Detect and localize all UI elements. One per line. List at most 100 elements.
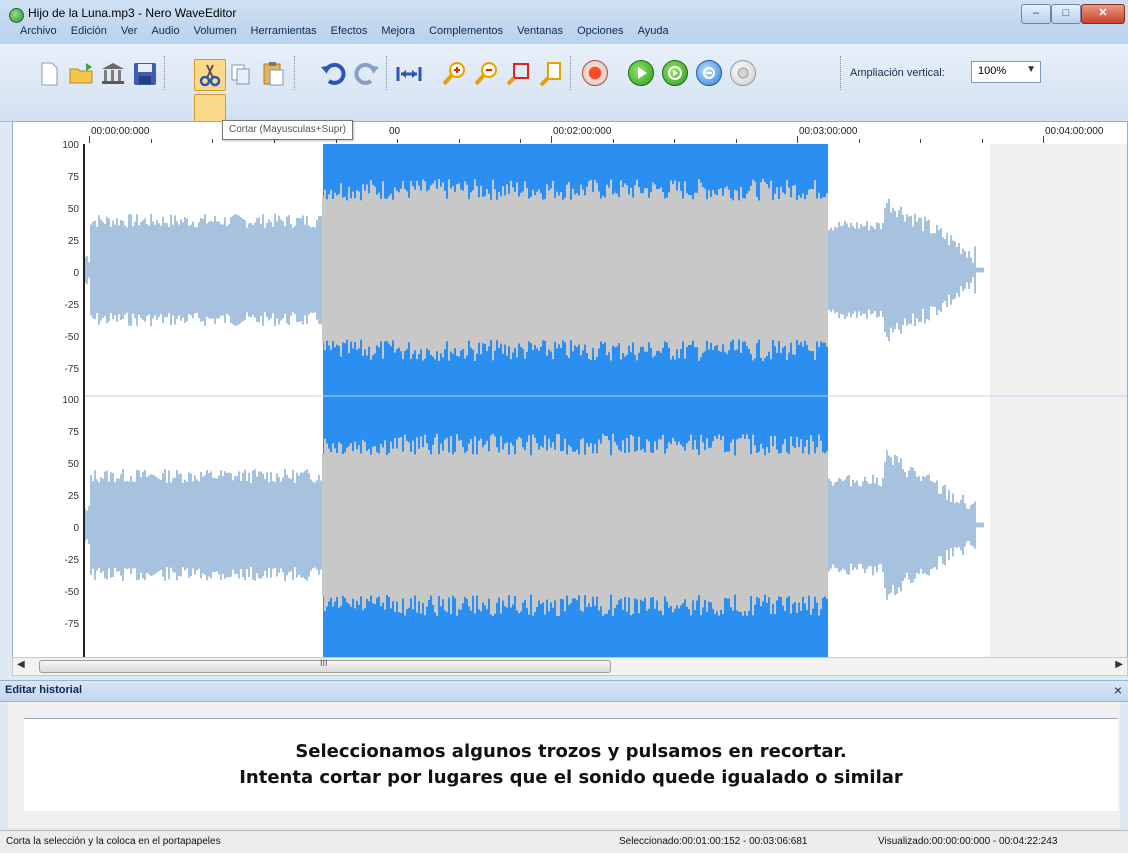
- waveform-svg: [84, 144, 1127, 658]
- minimize-icon: –: [1032, 7, 1040, 19]
- ruler-label: 00:00:00:000: [91, 126, 150, 137]
- history-panel-title: Editar historial: [5, 684, 83, 696]
- menu-bar: Archivo Edición Ver Audio Volumen Herram…: [20, 25, 680, 43]
- menu-herramientas[interactable]: Herramientas: [251, 25, 317, 37]
- zoom-selection-button[interactable]: [504, 59, 534, 89]
- menu-archivo[interactable]: Archivo: [20, 25, 57, 37]
- library-icon: [102, 63, 124, 84]
- scroll-left-icon[interactable]: ◀: [17, 659, 25, 670]
- waveform-editor[interactable]: 00:00:00:000 00 00:02:00:000 00:03:00:00…: [12, 121, 1128, 659]
- fit-to-window-button[interactable]: [394, 59, 424, 89]
- ruler-tick: [982, 139, 983, 143]
- new-file-icon: [41, 62, 58, 86]
- zoom-out-icon: [474, 62, 497, 86]
- y-label: -75: [64, 619, 79, 630]
- menu-ayuda[interactable]: Ayuda: [638, 25, 669, 37]
- play-button[interactable]: [628, 60, 654, 86]
- copy-icon: [231, 64, 250, 85]
- open-file-button[interactable]: [66, 59, 96, 89]
- copy-button[interactable]: [226, 59, 256, 89]
- ruler-tick: [520, 139, 521, 143]
- paste-button[interactable]: [258, 59, 288, 89]
- ruler-tick: [151, 139, 152, 143]
- caption-box: Seleccionamos algunos trozos y pulsamos …: [24, 718, 1118, 811]
- menu-volumen[interactable]: Volumen: [194, 25, 237, 37]
- menu-opciones[interactable]: Opciones: [577, 25, 623, 37]
- vertical-zoom-select[interactable]: 100% ▼: [971, 61, 1041, 83]
- menu-efectos[interactable]: Efectos: [331, 25, 368, 37]
- loop-button[interactable]: [696, 60, 722, 86]
- record-button[interactable]: [582, 60, 608, 86]
- vertical-zoom-label: Ampliación vertical:: [850, 67, 945, 79]
- caption-line-2: Intenta cortar por lugares que el sonido…: [239, 767, 903, 788]
- toolbar-separator: [164, 56, 166, 90]
- menu-ver[interactable]: Ver: [121, 25, 138, 37]
- y-label: 25: [67, 491, 79, 502]
- zoom-all-icon: [539, 62, 561, 87]
- zoom-in-icon: [442, 62, 465, 86]
- title-bar: Hijo de la Luna.mp3 - Nero WaveEditor – …: [0, 0, 1128, 44]
- undo-button[interactable]: [318, 59, 348, 89]
- y-label: -25: [64, 300, 79, 311]
- y-label: 0: [73, 268, 79, 279]
- zoom-in-button[interactable]: [440, 59, 470, 89]
- save-button[interactable]: [130, 59, 160, 89]
- menu-complementos[interactable]: Complementos: [429, 25, 503, 37]
- window-title: Hijo de la Luna.mp3 - Nero WaveEditor: [28, 6, 237, 20]
- y-label: -75: [64, 364, 79, 375]
- ruler-tick: [1043, 136, 1044, 143]
- status-selection: Seleccionado:00:01:00:152 - 00:03:06:681: [619, 836, 808, 847]
- y-label: -50: [64, 332, 79, 343]
- ruler-label: 00:02:00:000: [553, 126, 612, 137]
- close-panel-icon[interactable]: ×: [1114, 682, 1122, 698]
- toolbar-separator: [294, 56, 296, 90]
- redo-button[interactable]: [352, 59, 382, 89]
- close-icon: ✕: [1098, 7, 1108, 19]
- toolbar: Ampliación vertical: 100% ▼: [0, 44, 1128, 126]
- zoom-all-button[interactable]: [536, 59, 566, 89]
- zoom-out-button[interactable]: [472, 59, 502, 89]
- scroll-right-icon[interactable]: ▶: [1115, 659, 1123, 670]
- cut-button-highlight[interactable]: [194, 59, 226, 91]
- vertical-zoom-value: 100%: [978, 65, 1007, 77]
- library-button[interactable]: [98, 59, 128, 89]
- ruler-tick: [797, 136, 798, 143]
- new-file-button[interactable]: [34, 59, 64, 89]
- maximize-button[interactable]: □: [1051, 4, 1081, 24]
- fit-width-icon: [396, 67, 422, 81]
- y-label: 50: [67, 204, 79, 215]
- zoom-selection-icon: [506, 63, 529, 86]
- ruler-tick: [397, 139, 398, 143]
- y-label: -50: [64, 587, 79, 598]
- chevron-down-icon: ▼: [1026, 64, 1036, 75]
- redo-icon: [354, 62, 379, 85]
- toolbar-separator: [570, 56, 572, 90]
- y-label: 0: [73, 523, 79, 534]
- menu-audio[interactable]: Audio: [151, 25, 179, 37]
- loop-icon: [703, 67, 715, 79]
- status-message: Corta la selección y la coloca en el por…: [6, 836, 221, 847]
- caption-line-1: Seleccionamos algunos trozos y pulsamos …: [295, 741, 847, 762]
- status-bar: Corta la selección y la coloca en el por…: [0, 830, 1128, 853]
- horizontal-scrollbar[interactable]: ◀ III ▶: [12, 657, 1128, 676]
- status-visible-range: Visualizado:00:00:00:000 - 00:04:22:243: [878, 836, 1058, 847]
- y-label: 100: [62, 395, 79, 406]
- stop-button[interactable]: [730, 60, 756, 86]
- minimize-button[interactable]: –: [1021, 4, 1051, 24]
- menu-ventanas[interactable]: Ventanas: [517, 25, 563, 37]
- menu-edicion[interactable]: Edición: [71, 25, 107, 37]
- waveform-display[interactable]: [84, 144, 1127, 658]
- ruler-label: 00:04:00:000: [1045, 126, 1104, 137]
- scissors-icon: [199, 64, 221, 87]
- close-button[interactable]: ✕: [1081, 4, 1125, 24]
- menu-mejora[interactable]: Mejora: [381, 25, 415, 37]
- scroll-thumb[interactable]: III: [39, 658, 611, 673]
- ruler-tick: [459, 139, 460, 143]
- maximize-icon: □: [1062, 7, 1070, 19]
- amplitude-axis: 100 75 50 25 0 -25 -50 -75 100 75 50 25 …: [13, 140, 85, 658]
- play-selection-button[interactable]: [662, 60, 688, 86]
- paste-icon: [263, 62, 284, 86]
- ruler-tick: [551, 136, 552, 143]
- y-label: 75: [67, 172, 79, 183]
- ruler-tick: [859, 139, 860, 143]
